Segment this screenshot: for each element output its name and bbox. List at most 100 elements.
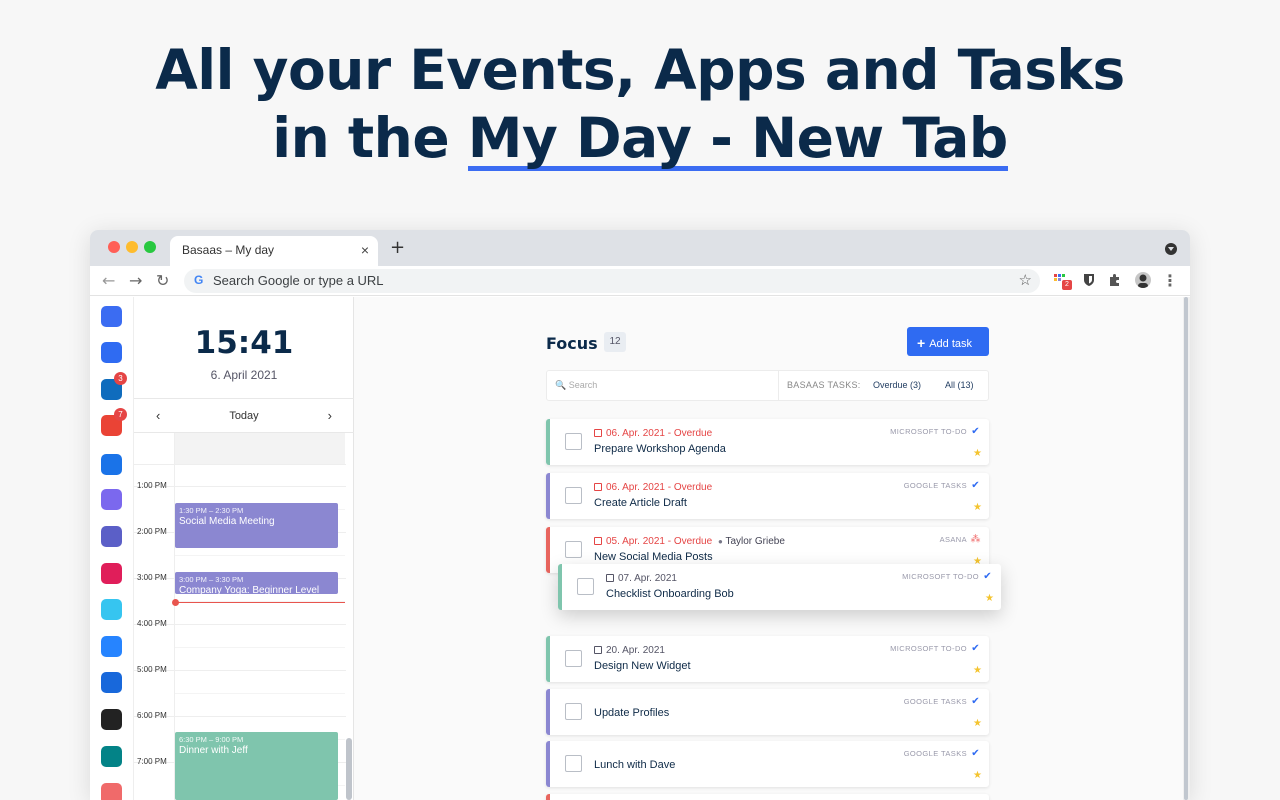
task-card[interactable]: Update Profiles GOOGLE TASKS ✔ ★ (546, 689, 989, 735)
bitwarden-shield-icon[interactable] (1081, 272, 1097, 288)
hour-label: 5:00 PM (137, 665, 167, 674)
profile-avatar[interactable] (1135, 272, 1151, 288)
task-card[interactable]: 06. Apr. 2021 - Overdue Prepare Workshop … (546, 419, 989, 465)
event-title: Social Media Meeting (179, 516, 275, 527)
outlook-icon[interactable]: 3 (101, 372, 127, 400)
clock: 15:41 (194, 325, 294, 361)
app-rail: 37 (90, 297, 134, 800)
minimize-window-button[interactable] (126, 241, 138, 253)
task-checkbox[interactable] (565, 541, 582, 558)
tab-basaas-my-day[interactable]: Basaas – My day × (170, 236, 378, 266)
task-card[interactable]: 20. Apr. 2021 Design New Widget MICROSOFT … (546, 636, 989, 682)
star-icon[interactable]: ★ (985, 593, 994, 604)
google-calendar-icon[interactable] (101, 454, 122, 475)
filter-all[interactable]: All (13) (945, 380, 974, 390)
back-icon[interactable]: ← (102, 271, 115, 290)
asana-icon[interactable] (101, 783, 122, 800)
task-checkbox[interactable] (565, 650, 582, 667)
task-name: Update Profiles (594, 707, 670, 719)
teams-icon[interactable] (101, 526, 122, 547)
event-time: 6:30 PM – 9:00 PM (179, 735, 244, 744)
day-navigator: ‹ Today › (134, 398, 354, 433)
task-color-bar (546, 473, 550, 519)
task-source-icon: ✔ (983, 571, 992, 582)
task-source-icon: ✔ (971, 696, 980, 707)
jira-icon[interactable] (101, 636, 122, 657)
task-name: Prepare Workshop Agenda (594, 443, 726, 455)
task-checkbox[interactable] (565, 433, 582, 450)
hour-label: 7:00 PM (137, 757, 167, 766)
page-scrollbar-thumb[interactable] (1184, 297, 1188, 800)
focus-panel: Focus 12 + Add task 🔍 Search BASAAS TASKS… (354, 297, 1183, 800)
hour-label: 4:00 PM (137, 619, 167, 628)
tab-search-icon[interactable] (1165, 243, 1177, 255)
next-day-icon[interactable]: › (328, 408, 332, 423)
task-checkbox[interactable] (565, 703, 582, 720)
bookmark-star-icon[interactable]: ☆ (1019, 271, 1032, 289)
star-icon[interactable]: ★ (973, 448, 982, 459)
star-icon[interactable]: ★ (973, 770, 982, 781)
task-source-label: ASANA (939, 535, 967, 544)
hour-line (134, 464, 346, 465)
event-time: 3:00 PM – 3:30 PM (179, 575, 244, 584)
notion-icon[interactable] (101, 709, 122, 730)
extension-badge: 2 (1062, 280, 1072, 290)
today-button[interactable]: Today (229, 410, 258, 422)
page-content: 37 15:41 6. April 2021 ‹ Today › 1:00 PM… (90, 297, 1190, 800)
task-card[interactable]: 07. Apr. 2021 Checklist Onboarding Bob MIC… (558, 564, 1001, 610)
calendar-event[interactable]: 6:30 PM – 9:00 PM Dinner with Jeff (175, 732, 338, 800)
basaas-apps-icon[interactable] (101, 306, 122, 327)
star-icon[interactable]: ★ (973, 502, 982, 513)
headline-line-2: in the My Day - New Tab (0, 104, 1280, 172)
gmail-icon[interactable]: 7 (101, 408, 127, 436)
task-source-icon: ⁂ (970, 534, 981, 545)
calendar-scrollbar[interactable] (346, 738, 352, 800)
address-bar: ← → ↻ G Search Google or type a URL ☆ 2 … (90, 266, 1190, 296)
calendar-event[interactable]: 1:30 PM – 2:30 PM Social Media Meeting (175, 503, 338, 548)
star-icon[interactable]: ★ (973, 665, 982, 676)
task-due-text: 07. Apr. 2021 (618, 573, 677, 584)
calendar-icon (594, 537, 602, 545)
task-name: Checklist Onboarding Bob (606, 588, 734, 600)
task-card[interactable]: Lunch with Dave GOOGLE TASKS ✔ ★ (546, 741, 989, 787)
omnibox[interactable]: G Search Google or type a URL ☆ (184, 269, 1040, 293)
browser-menu-icon[interactable]: ⋮ (1162, 271, 1178, 290)
clickup-icon[interactable] (101, 489, 122, 510)
new-tab-button[interactable]: + (390, 237, 405, 258)
task-checkbox[interactable] (577, 578, 594, 595)
add-task-button[interactable]: + Add task (907, 327, 989, 356)
reload-icon[interactable]: ↻ (156, 271, 169, 290)
task-source-label: GOOGLE TASKS (903, 481, 967, 490)
task-checkbox[interactable] (565, 487, 582, 504)
all-day-area (175, 433, 345, 464)
slack-2-icon[interactable] (101, 599, 122, 620)
event-title: Company Yoga: Beginner Level (179, 585, 320, 594)
filter-overdue[interactable]: Overdue (3) (873, 380, 921, 390)
search-input[interactable]: 🔍 Search (555, 380, 597, 391)
half-hour-line (175, 647, 345, 648)
task-due-date: 06. Apr. 2021 - Overdue (594, 482, 712, 493)
basaas-extension-icon[interactable]: 2 (1053, 272, 1072, 290)
task-card[interactable]: 06. Apr. 2021 - Overdue Create Article Dr… (546, 473, 989, 519)
task-due-date: 05. Apr. 2021 - Overdue (594, 536, 712, 547)
close-window-button[interactable] (108, 241, 120, 253)
page-scrollbar[interactable] (1183, 297, 1190, 800)
maximize-window-button[interactable] (144, 241, 156, 253)
task-checkbox[interactable] (565, 755, 582, 772)
slack-icon[interactable] (101, 563, 122, 584)
basaas-tasks-icon[interactable] (101, 342, 122, 363)
task-card[interactable] (546, 794, 989, 800)
extensions-puzzle-icon[interactable] (1107, 272, 1123, 288)
task-color-bar (546, 689, 550, 735)
confluence-icon[interactable] (101, 672, 122, 693)
calendar-event[interactable]: 3:00 PM – 3:30 PM Company Yoga: Beginner… (175, 572, 338, 594)
prev-day-icon[interactable]: ‹ (156, 408, 160, 423)
tab-close-icon[interactable]: × (361, 242, 369, 258)
star-icon[interactable]: ★ (973, 718, 982, 729)
focus-title: Focus (546, 334, 598, 353)
forward-icon[interactable]: → (129, 271, 142, 290)
calendar-panel: 15:41 6. April 2021 ‹ Today › 1:00 PM 2:0… (134, 297, 354, 800)
search-placeholder: Search (568, 380, 598, 390)
sharepoint-icon[interactable] (101, 746, 122, 767)
calendar-icon (594, 429, 602, 437)
